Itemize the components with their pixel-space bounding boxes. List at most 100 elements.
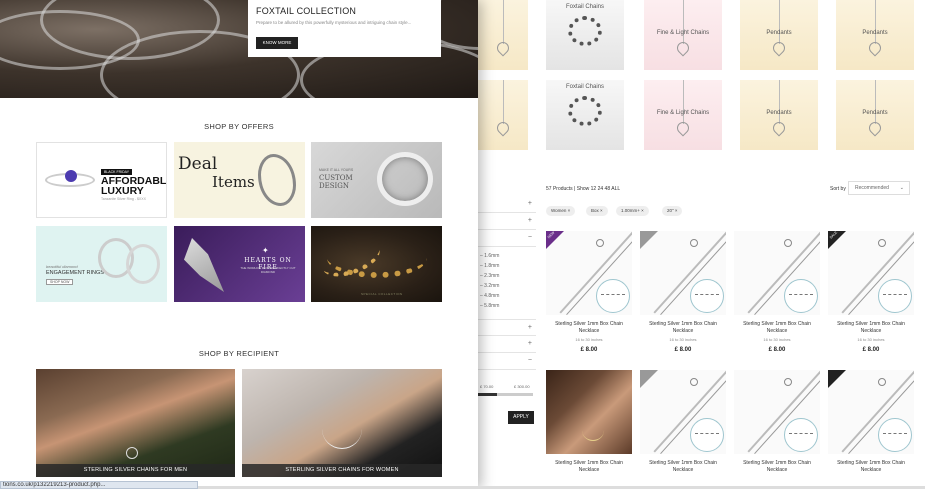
- know-more-button[interactable]: KNOW MORE: [256, 37, 298, 49]
- size-option[interactable]: – 3.2mm: [478, 281, 536, 291]
- product-card[interactable]: Sterling Silver 1mm Box Chain Necklace 1…: [640, 231, 726, 353]
- recipient-women-tile[interactable]: STERLING SILVER CHAINS FOR WOMEN: [242, 369, 442, 477]
- sort-label: Sort by: [830, 186, 846, 192]
- category-tile-pendants[interactable]: Pendants: [740, 80, 818, 150]
- product-image: SALE: [828, 231, 914, 315]
- price-min-label: £ 70.00: [480, 384, 494, 389]
- product-card[interactable]: Sterling Silver 1mm Box Chain Necklace 1…: [734, 231, 820, 353]
- product-image: NEW: [546, 231, 632, 315]
- minus-icon: −: [527, 234, 532, 241]
- category-tile-foxtail[interactable]: Foxtail Chains: [546, 80, 624, 150]
- product-card[interactable]: SALE Sterling Silver 1mm Box Chain Neckl…: [828, 231, 914, 353]
- plus-icon: +: [527, 217, 532, 224]
- filter-chip[interactable]: 1.00mm+ ×: [616, 206, 649, 216]
- product-listing-page: Foxtail Chains Fine & Light Chains Penda…: [478, 0, 925, 489]
- offer-subtext: Tanzanite Silver Ring - $XXX: [101, 197, 146, 201]
- offer-headline: ENGAGEMENT RINGS: [46, 270, 104, 276]
- chain-zoom-icon: [878, 418, 912, 452]
- offer-headline: CUSTOM DESIGN: [319, 174, 353, 190]
- size-option[interactable]: – 5.8mm: [478, 301, 536, 311]
- product-name: Sterling Silver 1mm Box Chain Necklace: [649, 321, 717, 334]
- product-card[interactable]: NEW Sterling Silver 1mm Box Chain Neckla…: [546, 231, 632, 353]
- category-tile-foxtail[interactable]: Foxtail Chains: [546, 0, 624, 70]
- plus-icon: +: [527, 340, 532, 347]
- size-option[interactable]: – 4.8mm: [478, 291, 536, 301]
- category-tile-pendant-partial[interactable]: [478, 80, 528, 150]
- product-name: Sterling Silver 1mm Box Chain Necklace: [837, 321, 905, 334]
- chain-icon: [875, 80, 876, 124]
- category-tile-fine-light[interactable]: Fine & Light Chains: [644, 0, 722, 70]
- plus-icon: +: [527, 200, 532, 207]
- product-name: Sterling Silver 1mm Box Chain Necklace: [743, 321, 811, 334]
- category-label: Pendants: [862, 110, 888, 116]
- heart-pendant-icon: [770, 39, 788, 57]
- category-tile-pendants-2[interactable]: Pendants: [836, 80, 914, 150]
- recipient-men-tile[interactable]: STERLING SILVER CHAINS FOR MEN: [36, 369, 235, 477]
- product-card[interactable]: Sterling Silver 1mm Box Chain Necklace: [828, 370, 914, 474]
- product-image: [546, 370, 632, 454]
- category-row-1: Foxtail Chains Fine & Light Chains Penda…: [478, 0, 925, 70]
- category-tile-pendant-partial[interactable]: [478, 0, 528, 70]
- filter-chip[interactable]: Women ×: [546, 206, 576, 216]
- product-card[interactable]: Sterling Silver 1mm Box Chain Necklace: [640, 370, 726, 474]
- filter-group[interactable]: +: [478, 213, 536, 230]
- filter-sidebar: + + − – 1.6mm – 1.8mm – 2.3mm – 3.2mm – …: [478, 196, 536, 370]
- category-label: Pendants: [862, 30, 888, 36]
- category-tile-fine-light[interactable]: Fine & Light Chains: [644, 80, 722, 150]
- filter-group[interactable]: +: [478, 319, 536, 336]
- heart-pendant-icon: [494, 119, 512, 137]
- offer-hearts-on-fire[interactable]: ✦ HEARTS ON FIRE THE WORLD'S MOST PERFEC…: [174, 226, 305, 302]
- heart-pendant-icon: [494, 39, 512, 57]
- chain-icon: [875, 0, 876, 44]
- apply-filter-button[interactable]: APPLY: [508, 411, 534, 424]
- model-photo: [546, 370, 632, 454]
- offer-engagement-rings[interactable]: beautiful diamond ENGAGEMENT RINGS SHOP …: [36, 226, 167, 302]
- offer-script: beautiful diamond: [46, 264, 78, 269]
- product-count: 57 Products | Show 12 24 48 ALL: [546, 186, 621, 192]
- category-tile-pendants-2[interactable]: Pendants: [836, 0, 914, 70]
- filter-group[interactable]: +: [478, 196, 536, 213]
- price-slider-fill: [478, 393, 498, 396]
- filter-chip[interactable]: Box ×: [586, 206, 608, 216]
- hero-card: FOXTAIL COLLECTION Prepare to be allured…: [248, 0, 441, 57]
- filter-group-price[interactable]: −: [478, 353, 536, 370]
- product-card[interactable]: Sterling Silver 1mm Box Chain Necklace: [546, 370, 632, 474]
- category-label: Pendants: [766, 30, 792, 36]
- product-length: 16 to 30 inches: [763, 337, 791, 342]
- offer-affordable-luxury[interactable]: BLACK FRIDAY AFFORDABLE LUXURY Tanzanite…: [36, 142, 167, 218]
- necklace-image: [322, 409, 362, 449]
- size-options: – 1.6mm – 1.8mm – 2.3mm – 3.2mm – 4.8mm …: [478, 247, 536, 311]
- chain-zoom-icon: [596, 279, 630, 313]
- category-tile-pendants[interactable]: Pendants: [740, 0, 818, 70]
- sort-select[interactable]: Recommended ⌄: [848, 181, 910, 195]
- product-name: Sterling Silver 1mm Box Chain Necklace: [555, 460, 623, 473]
- category-label: Fine & Light Chains: [656, 110, 710, 116]
- hero-banner[interactable]: FOXTAIL COLLECTION Prepare to be allured…: [0, 0, 478, 98]
- offer-deal-items[interactable]: Deal Items: [174, 142, 305, 218]
- size-option[interactable]: – 2.3mm: [478, 271, 536, 281]
- filter-group-size[interactable]: −: [478, 230, 536, 247]
- category-row-2: Foxtail Chains Fine & Light Chains Penda…: [478, 80, 925, 150]
- pendant-image: [184, 238, 224, 292]
- product-image: [734, 231, 820, 315]
- size-option[interactable]: – 1.6mm: [478, 251, 536, 261]
- product-price: £ 8.00: [580, 347, 598, 353]
- category-label: Pendants: [766, 110, 792, 116]
- product-length: 16 to 30 inches: [669, 337, 697, 342]
- product-length: 16 to 30 inches: [857, 337, 885, 342]
- product-image: [828, 370, 914, 454]
- filter-group-finish[interactable]: +: [478, 336, 536, 353]
- size-option[interactable]: – 1.8mm: [478, 261, 536, 271]
- chain-zoom-icon: [690, 418, 724, 452]
- offer-gold-collection[interactable]: SPECIAL COLLECTION: [311, 226, 442, 302]
- chain-icon: [779, 80, 780, 124]
- shop-by-recipient-heading: SHOP BY RECIPIENT: [198, 349, 280, 358]
- offer-custom-design[interactable]: MAKE IT ALL YOURS CUSTOM DESIGN: [311, 142, 442, 218]
- shop-now-button[interactable]: SHOP NOW: [46, 279, 74, 285]
- clasp-icon: [784, 378, 792, 386]
- price-slider[interactable]: [478, 393, 533, 396]
- category-label: Foxtail Chains: [565, 84, 604, 90]
- offer-headline: AFFORDABLE LUXURY: [101, 175, 167, 197]
- filter-chip[interactable]: 20" ×: [662, 206, 683, 216]
- product-card[interactable]: Sterling Silver 1mm Box Chain Necklace: [734, 370, 820, 474]
